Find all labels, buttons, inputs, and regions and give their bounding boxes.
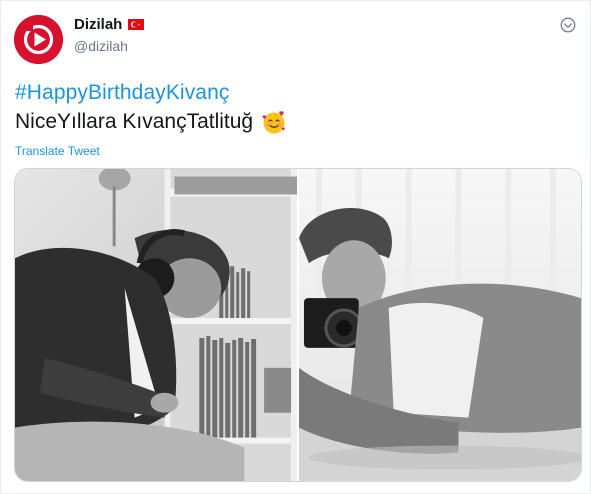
- display-name[interactable]: Dizilah: [74, 16, 122, 33]
- display-name-row[interactable]: Dizilah: [74, 16, 145, 33]
- photo-left[interactable]: [15, 169, 297, 481]
- photo-right[interactable]: [299, 169, 581, 481]
- hashtag-link[interactable]: #HappyBirthdayKivanç: [15, 81, 229, 105]
- photo-man-lying-with-camera: [299, 169, 581, 481]
- play-logo-icon: [14, 15, 63, 64]
- more-options-icon[interactable]: [558, 15, 578, 35]
- tweet-text-row: NiceYıllara KıvançTatlituğ: [15, 109, 287, 135]
- photo-man-with-headphones-records: [15, 169, 297, 481]
- tweet-card: Dizilah @dizilah #HappyBirthdayKivanç Ni…: [0, 0, 591, 494]
- tweet-text: NiceYıllara KıvançTatlituğ: [15, 110, 254, 133]
- handle[interactable]: @dizilah: [74, 38, 128, 54]
- media-grid: [14, 168, 582, 482]
- smiling-face-with-hearts-icon: [261, 109, 287, 135]
- turkey-flag-icon: [128, 19, 145, 30]
- translate-tweet-link[interactable]: Translate Tweet: [15, 144, 100, 158]
- avatar[interactable]: [14, 15, 63, 64]
